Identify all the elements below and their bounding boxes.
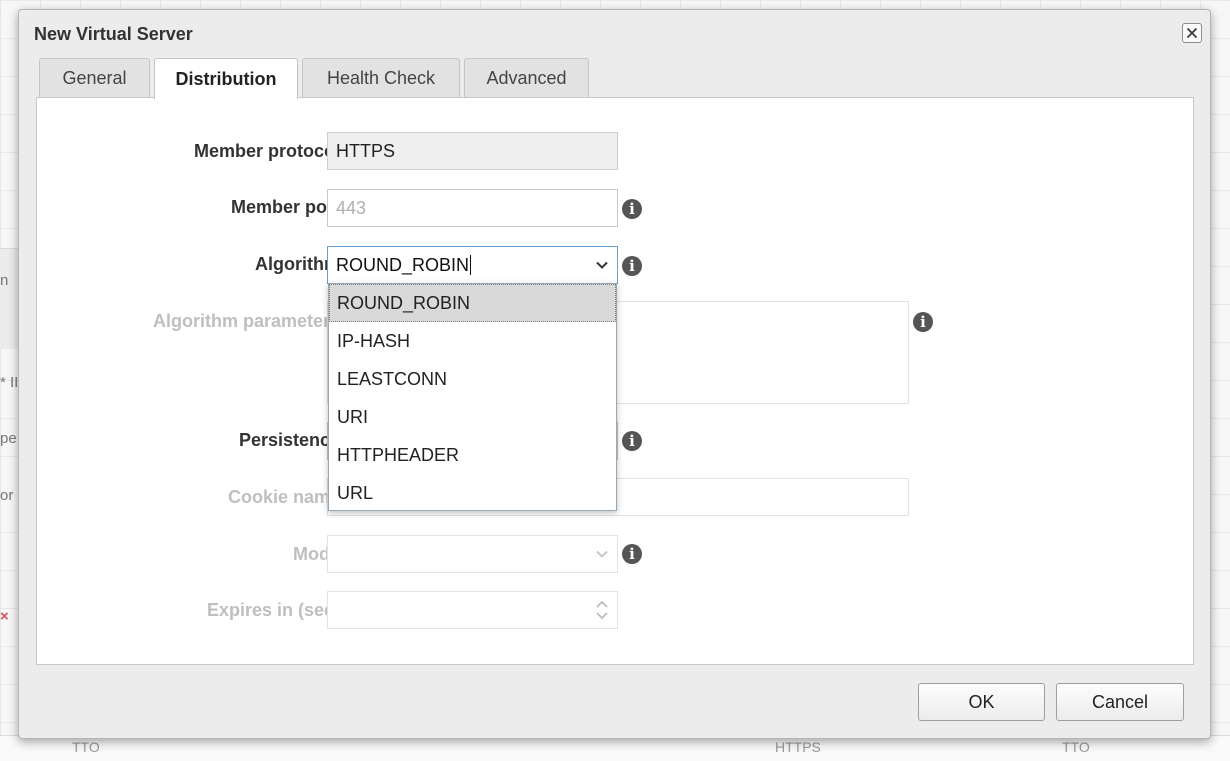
dropdown-option-ip-hash[interactable]: IP-HASH <box>329 322 616 360</box>
dropdown-option-httpheader[interactable]: HTTPHEADER <box>329 436 616 474</box>
dropdown-option-url[interactable]: URL <box>329 474 616 512</box>
expires-label: Expires in (sec): <box>206 600 346 620</box>
member-port-input[interactable]: 443 <box>327 189 618 227</box>
spinner-arrows-icon[interactable] <box>595 598 609 622</box>
background-cell: TTO <box>72 739 100 755</box>
tab-general[interactable]: General <box>39 58 150 98</box>
cancel-button[interactable]: Cancel <box>1056 683 1184 721</box>
member-protocol-field: HTTPS <box>327 132 618 170</box>
mode-select[interactable] <box>327 535 618 573</box>
background-text-fragment: or <box>0 487 14 504</box>
member-protocol-value: HTTPS <box>336 140 396 161</box>
algorithm-dropdown-list: ROUND_ROBIN IP-HASH LEASTCONN URI HTTPHE… <box>328 283 617 511</box>
info-icon[interactable]: i <box>622 544 642 564</box>
background-strip <box>0 248 20 349</box>
info-icon[interactable]: i <box>913 312 933 332</box>
background-cell: HTTPS <box>775 739 821 755</box>
info-icon[interactable]: i <box>622 199 642 219</box>
chevron-down-icon <box>596 550 608 558</box>
member-protocol-label: Member protocol: <box>193 141 346 161</box>
background-text-fragment: * II <box>0 374 19 391</box>
tab-health-check[interactable]: Health Check <box>302 58 460 98</box>
dropdown-option-uri[interactable]: URI <box>329 398 616 436</box>
member-port-placeholder: 443 <box>336 197 367 218</box>
algorithm-value: ROUND_ROBIN <box>336 254 470 275</box>
ok-button[interactable]: OK <box>918 683 1045 721</box>
text-cursor <box>470 255 472 275</box>
info-icon[interactable]: i <box>622 256 642 276</box>
dropdown-option-leastconn[interactable]: LEASTCONN <box>329 360 616 398</box>
algorithm-select[interactable]: ROUND_ROBIN <box>327 246 618 284</box>
background-text-fragment: n <box>0 272 9 289</box>
background-cell: TTO <box>1062 739 1090 755</box>
close-button[interactable] <box>1182 23 1202 43</box>
tab-distribution[interactable]: Distribution <box>154 58 298 99</box>
expires-input[interactable] <box>327 591 618 629</box>
dropdown-option-round-robin[interactable]: ROUND_ROBIN <box>329 284 616 322</box>
algorithm-parameters-label: Algorithm parameters: <box>152 311 346 331</box>
tab-advanced[interactable]: Advanced <box>464 58 589 98</box>
background-error-icon: × <box>0 608 9 625</box>
chevron-down-icon <box>596 261 608 269</box>
close-icon <box>1186 27 1198 39</box>
background-text-fragment: pe <box>0 430 17 447</box>
dialog-title: New Virtual Server <box>34 24 193 44</box>
info-icon[interactable]: i <box>622 431 642 451</box>
